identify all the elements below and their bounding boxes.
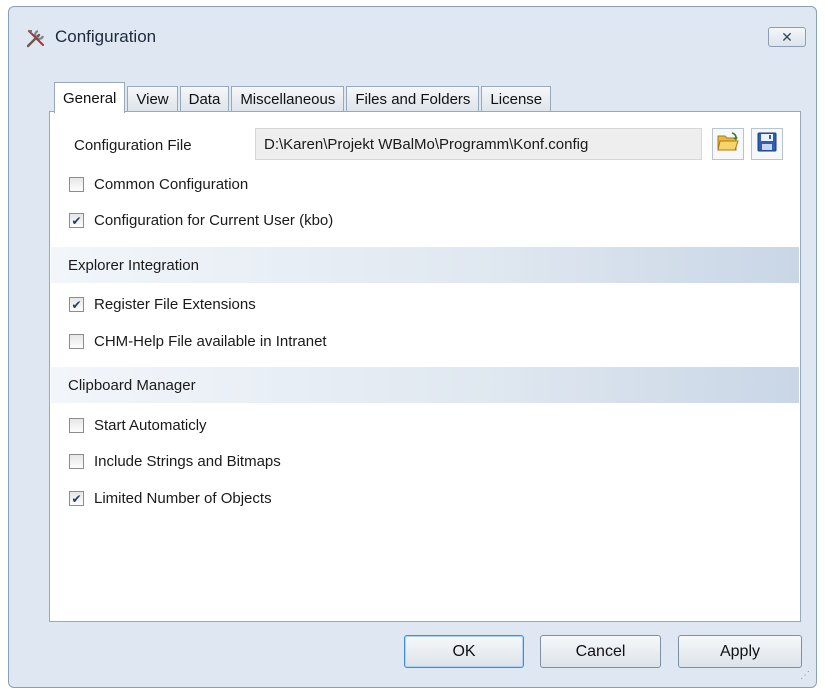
common-configuration-option[interactable]: Common Configuration [69, 176, 248, 193]
chm-help-file-label: CHM-Help File available in Intranet [94, 333, 327, 350]
ok-button[interactable]: OK [404, 635, 524, 668]
common-configuration-label: Common Configuration [94, 176, 249, 193]
limited-number-objects-label: Limited Number of Objects [94, 490, 272, 507]
tab-strip: General View Data Miscellaneous Files an… [54, 82, 553, 113]
title-bar[interactable]: Configuration ✕ [9, 7, 816, 61]
tab-license[interactable]: License [481, 86, 552, 112]
start-automaticly-label: Start Automaticly [94, 417, 207, 434]
clipboard-manager-header: Clipboard Manager [51, 367, 799, 403]
include-strings-bitmaps-option[interactable]: Include Strings and Bitmaps [69, 453, 281, 470]
tools-icon [25, 27, 47, 49]
apply-button[interactable]: Apply [678, 635, 802, 668]
cancel-button[interactable]: Cancel [540, 635, 661, 668]
close-icon: ✕ [781, 29, 793, 45]
current-user-configuration-option[interactable]: ✔ Configuration for Current User (kbo) [69, 212, 333, 229]
tab-miscellaneous[interactable]: Miscellaneous [231, 86, 345, 112]
tab-view[interactable]: View [127, 86, 178, 112]
tab-data[interactable]: Data [179, 86, 230, 112]
current-user-configuration-checkbox[interactable]: ✔ [69, 213, 84, 228]
save-config-button[interactable] [751, 128, 783, 160]
explorer-integration-header: Explorer Integration [51, 247, 799, 283]
current-user-configuration-label: Configuration for Current User (kbo) [94, 212, 334, 229]
start-automaticly-option[interactable]: Start Automaticly [69, 417, 207, 434]
general-tab-panel: Configuration File D:\Karen\Projekt WBal… [49, 111, 801, 622]
window-title: Configuration [55, 27, 157, 46]
resize-grip-icon[interactable]: ⋰ [800, 671, 812, 683]
floppy-save-icon [757, 132, 777, 156]
configuration-dialog: Configuration ✕ General View Data Miscel… [8, 6, 817, 688]
folder-open-icon [717, 132, 739, 156]
register-file-extensions-checkbox[interactable]: ✔ [69, 297, 84, 312]
chm-help-file-option[interactable]: CHM-Help File available in Intranet [69, 333, 327, 350]
register-file-extensions-label: Register File Extensions [94, 296, 256, 313]
chm-help-file-checkbox[interactable] [69, 334, 84, 349]
close-button[interactable]: ✕ [768, 27, 806, 47]
limited-number-objects-option[interactable]: ✔ Limited Number of Objects [69, 490, 272, 507]
common-configuration-checkbox[interactable] [69, 177, 84, 192]
open-config-button[interactable] [712, 128, 744, 160]
include-strings-bitmaps-label: Include Strings and Bitmaps [94, 453, 281, 470]
start-automaticly-checkbox[interactable] [69, 418, 84, 433]
include-strings-bitmaps-checkbox[interactable] [69, 454, 84, 469]
tab-files-and-folders[interactable]: Files and Folders [346, 86, 480, 112]
config-file-path-field[interactable]: D:\Karen\Projekt WBalMo\Programm\Konf.co… [255, 128, 702, 160]
config-file-label: Configuration File [74, 137, 192, 154]
limited-number-objects-checkbox[interactable]: ✔ [69, 491, 84, 506]
register-file-extensions-option[interactable]: ✔ Register File Extensions [69, 296, 256, 313]
tab-general[interactable]: General [54, 82, 126, 113]
